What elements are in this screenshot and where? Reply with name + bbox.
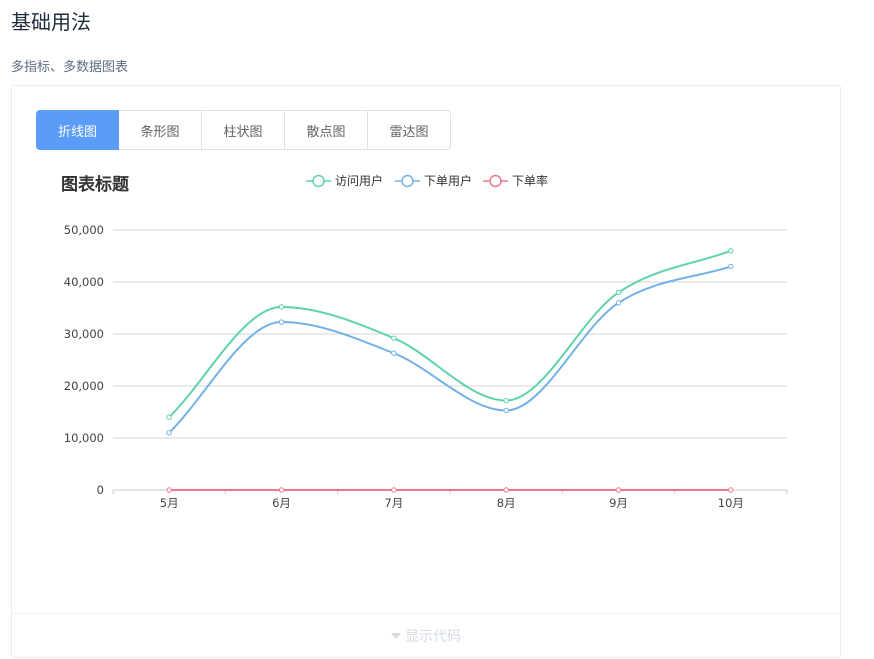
y-axis: 0 10,000 20,000 30,000 40,000 50,000 — [64, 223, 104, 497]
y-tick-label: 10,000 — [64, 431, 104, 445]
demo-block: 折线图 条形图 柱状图 散点图 雷达图 图表标题 访问用户 下单用户 下单率 0 10… — [11, 85, 841, 658]
data-point[interactable] — [503, 487, 509, 493]
data-point[interactable] — [278, 304, 285, 310]
y-tick-label: 20,000 — [64, 379, 104, 393]
x-tick-label: 6月 — [272, 496, 291, 510]
caret-down-icon — [391, 632, 401, 639]
legend-item[interactable]: 下单率 — [483, 173, 548, 188]
chart-legend: 访问用户 下单用户 下单率 — [306, 173, 548, 188]
data-point[interactable] — [166, 430, 172, 436]
legend-label: 下单率 — [512, 173, 548, 188]
data-point[interactable] — [728, 248, 734, 254]
x-tick-label: 10月 — [718, 496, 744, 510]
data-point[interactable] — [615, 487, 622, 493]
legend-item[interactable]: 访问用户 — [306, 173, 383, 188]
x-tick-label: 8月 — [497, 496, 516, 510]
legend-circle-icon — [312, 174, 325, 188]
x-axis: 5月 6月 7月 8月 9月 10月 — [112, 490, 788, 510]
chart-title: 图表标题 — [61, 174, 130, 195]
legend-label: 下单用户 — [424, 173, 472, 188]
page-description: 多指标、多数据图表 — [11, 60, 129, 75]
data-point[interactable] — [728, 487, 734, 493]
data-point[interactable] — [503, 407, 509, 414]
data-point[interactable] — [728, 263, 734, 270]
data-point[interactable] — [391, 487, 397, 493]
show-code-button[interactable]: 显示代码 — [12, 613, 840, 657]
y-tick-label: 30,000 — [64, 327, 104, 341]
data-point[interactable] — [166, 414, 172, 420]
y-tick-label: 0 — [97, 483, 104, 497]
data-point[interactable] — [503, 397, 509, 404]
y-tick-label: 50,000 — [64, 223, 104, 237]
y-tick-label: 40,000 — [64, 275, 104, 289]
data-point[interactable] — [391, 350, 397, 356]
data-point[interactable] — [615, 300, 622, 306]
data-point[interactable] — [278, 487, 285, 493]
data-point[interactable] — [615, 289, 622, 296]
data-point[interactable] — [166, 487, 172, 493]
x-tick-label: 9月 — [609, 496, 628, 510]
data-point[interactable] — [278, 319, 285, 325]
legend-circle-icon — [401, 174, 414, 188]
data-point[interactable] — [391, 335, 397, 341]
chart-series — [166, 248, 734, 493]
legend-circle-icon — [489, 174, 502, 188]
chart-grid — [113, 229, 787, 491]
page-title: 基础用法 — [11, 10, 91, 34]
line-chart: 图表标题 访问用户 下单用户 下单率 0 10,000 20,000 30,000 40,0… — [61, 173, 788, 510]
series-line — [168, 265, 732, 434]
show-code-label: 显示代码 — [405, 628, 461, 645]
x-tick-label: 5月 — [160, 496, 179, 510]
x-tick-label: 7月 — [384, 496, 403, 510]
legend-label: 访问用户 — [335, 173, 383, 188]
legend-item[interactable]: 下单用户 — [395, 173, 472, 188]
